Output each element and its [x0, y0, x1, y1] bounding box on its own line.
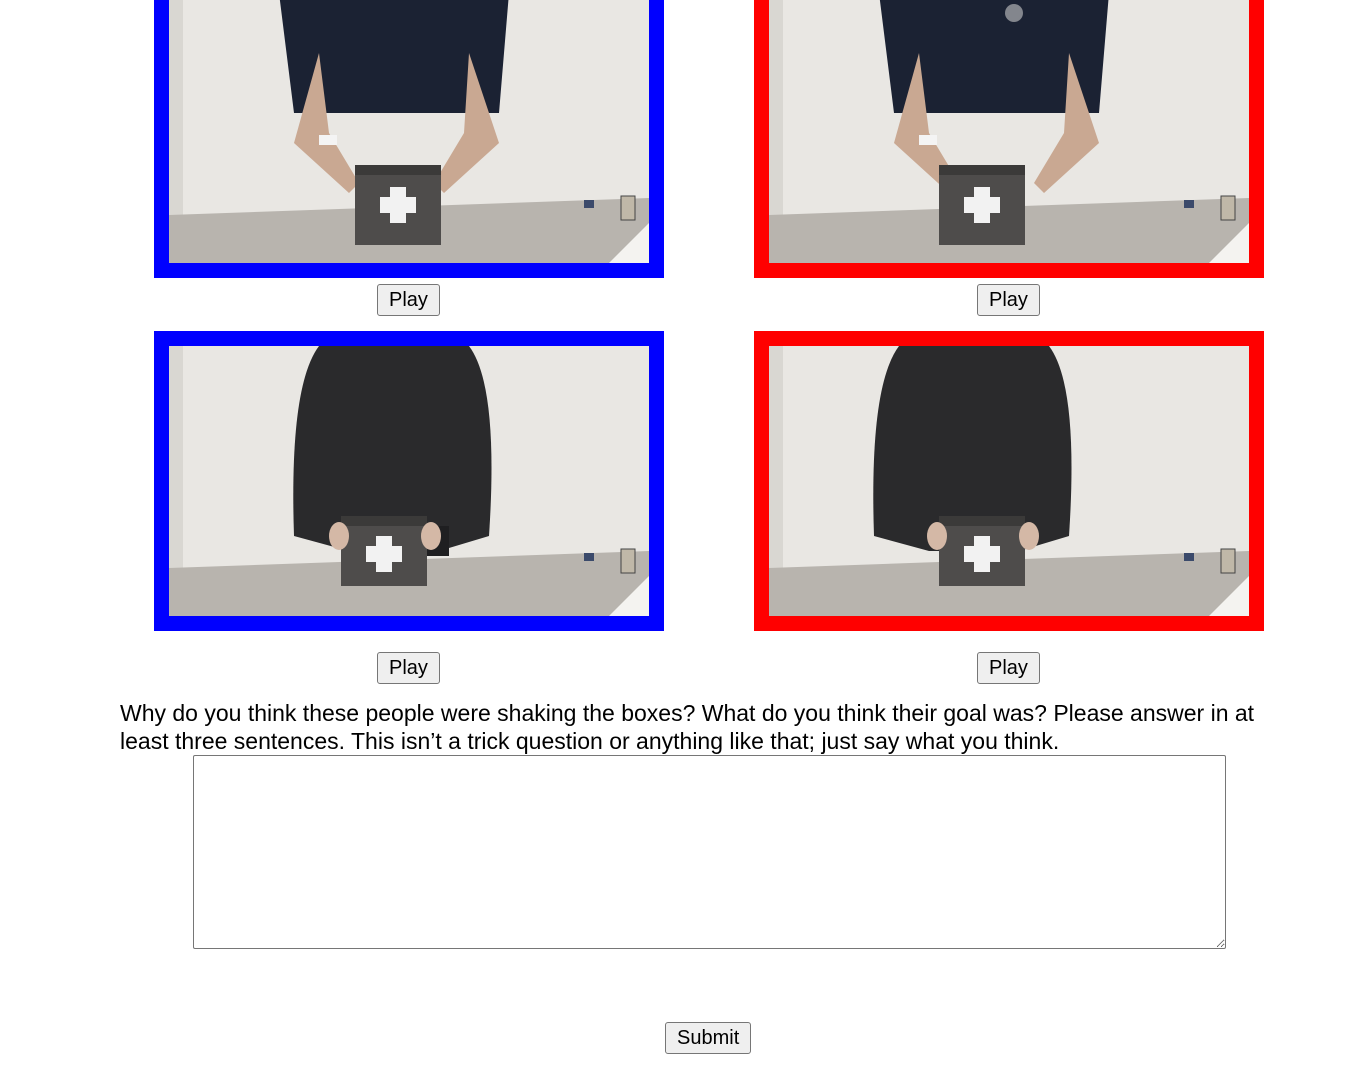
question-prompt: Why do you think these people were shaki… — [120, 700, 1255, 754]
video-frame-shirt-person — [769, 0, 1249, 263]
play-button-3[interactable]: Play — [377, 652, 440, 684]
play-button-1[interactable]: Play — [377, 284, 440, 316]
video-frame-shirt-person — [169, 0, 649, 263]
video-frame-sweatshirt-person — [169, 346, 649, 616]
video-player-3[interactable] — [154, 331, 664, 631]
play-button-2[interactable]: Play — [977, 284, 1040, 316]
submit-button[interactable]: Submit — [665, 1022, 752, 1054]
video-frame-sweatshirt-person — [769, 346, 1249, 616]
survey-page: Play Play Play Play Why do you think the… — [0, 0, 1347, 1086]
video-player-4[interactable] — [754, 331, 1264, 631]
answer-textarea[interactable] — [193, 755, 1226, 949]
play-button-4[interactable]: Play — [977, 652, 1040, 684]
video-player-2[interactable] — [754, 0, 1264, 278]
video-player-1[interactable] — [154, 0, 664, 278]
